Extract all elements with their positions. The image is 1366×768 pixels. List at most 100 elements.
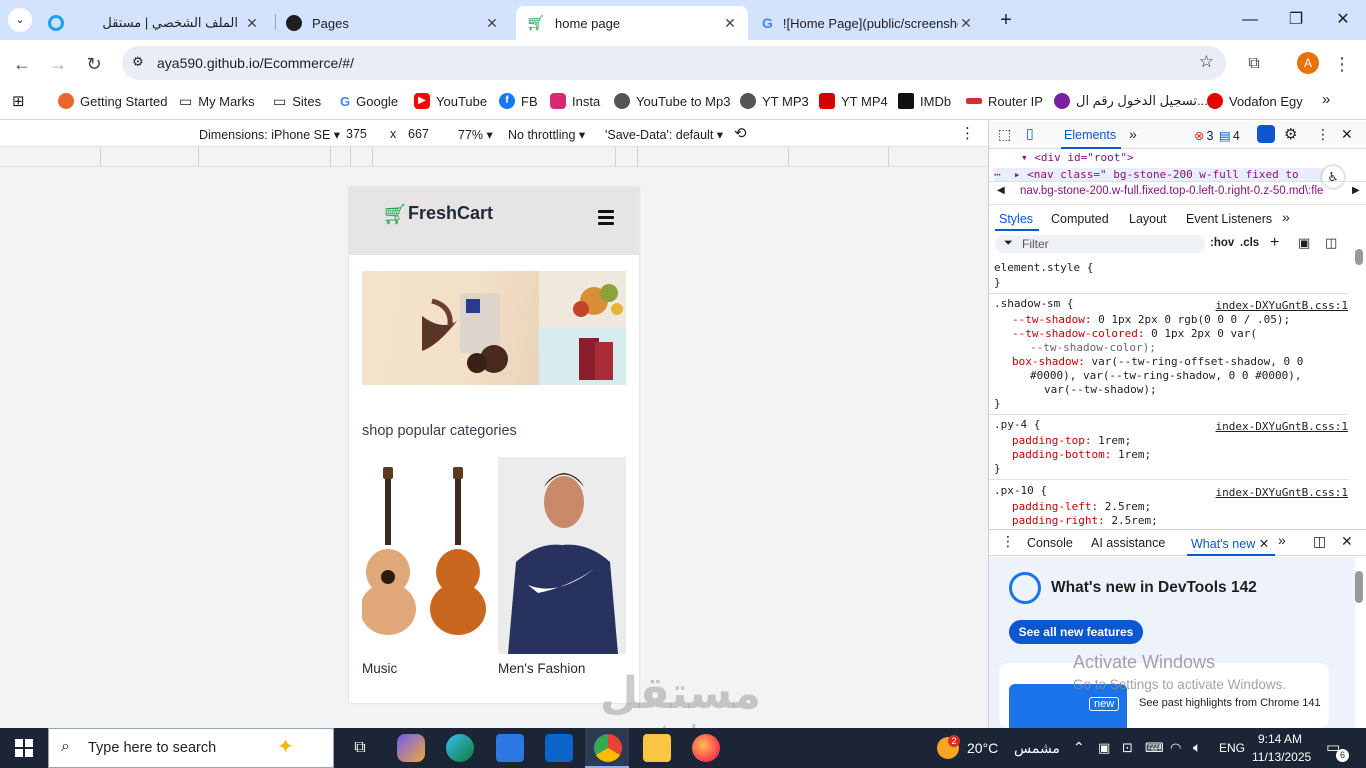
more-subtabs-icon[interactable]: » <box>1282 209 1290 225</box>
brand-logo[interactable]: FreshCart <box>408 203 493 224</box>
language-indicator[interactable]: ENG <box>1219 741 1245 755</box>
inspect-element-icon[interactable]: ⬚ <box>998 126 1011 143</box>
bookmark-getting-started[interactable]: Getting Started <box>58 92 167 110</box>
copilot-icon[interactable] <box>397 734 425 762</box>
extensions-icon[interactable]: ⧉ <box>1242 52 1266 76</box>
keyboard-icon[interactable]: ⌨ <box>1145 740 1164 756</box>
menu-icon[interactable]: ⋮ <box>1330 52 1354 76</box>
device-mode-icon[interactable]: ▯ <box>1026 125 1034 142</box>
tab-google[interactable]: G ![Home Page](public/screensho ✕ <box>752 6 984 40</box>
message-count-badge[interactable]: ▤ 4 <box>1219 128 1240 143</box>
reload-button[interactable]: ↻ <box>82 52 106 76</box>
close-icon[interactable]: ✕ <box>244 15 260 32</box>
bookmark-youtube[interactable]: ▶ YouTube <box>414 92 487 110</box>
close-window-button[interactable]: ✕ <box>1331 8 1355 32</box>
url-text[interactable]: aya590.github.io/Ecommerce/#/ <box>157 55 354 71</box>
side-banner-top[interactable] <box>539 271 626 328</box>
show-hidden-icons-icon[interactable]: ⌃ <box>1073 739 1085 756</box>
clock-date[interactable]: 11/13/2025 <box>1252 750 1311 764</box>
css-property[interactable]: --tw-shadow: 0 1px 2px 0 rgb(0 0 0 / .05… <box>1012 313 1290 326</box>
close-devtools-icon[interactable]: ✕ <box>1341 126 1353 143</box>
close-icon[interactable]: ✕ <box>722 15 738 32</box>
rotate-icon[interactable]: ⟲ <box>734 124 747 142</box>
css-source-link[interactable]: index-DXYuGntB.css:1 <box>1216 299 1348 312</box>
drawer-menu-icon[interactable]: ⋮ <box>1001 533 1015 550</box>
bookmark-router-ip[interactable]: Router IP <box>966 92 1043 110</box>
category-music-image[interactable] <box>360 457 490 654</box>
firefox-icon[interactable] <box>692 734 720 762</box>
bookmark-sites[interactable]: ▭ Sites <box>273 92 321 110</box>
close-icon[interactable]: ✕ <box>484 15 500 32</box>
file-explorer-icon[interactable] <box>643 734 671 762</box>
forward-button[interactable]: → <box>46 52 70 76</box>
drawer-tab-console[interactable]: Console <box>1027 536 1073 550</box>
css-source-link[interactable]: index-DXYuGntB.css:1 <box>1216 486 1348 499</box>
bookmark-yt-mp3[interactable]: YT MP3 <box>740 92 809 110</box>
main-slider-image[interactable] <box>362 271 539 385</box>
cls-toggle[interactable]: .cls <box>1240 237 1259 249</box>
tab-home-page[interactable]: 🛒︎ home page ✕ <box>516 6 748 40</box>
dock-side-icon[interactable]: ◫ <box>1313 533 1326 550</box>
back-button[interactable]: ← <box>10 52 34 76</box>
close-icon[interactable]: ✕ <box>958 15 974 32</box>
store-icon[interactable] <box>496 734 524 762</box>
edge-icon[interactable] <box>446 734 474 762</box>
shadow-sm-selector[interactable]: .shadow-sm { <box>994 297 1073 310</box>
bookmark-vodafone[interactable]: Vodafon Egy <box>1207 92 1303 110</box>
weather-text[interactable]: مشمس <box>1014 740 1060 757</box>
chrome-icon[interactable] <box>594 734 622 762</box>
volume-icon[interactable]: 🔈︎ <box>1193 739 1201 756</box>
minimize-button[interactable]: — <box>1238 8 1262 32</box>
task-view-icon[interactable]: ⧉ <box>346 734 374 762</box>
bookmark-imdb[interactable]: IMDb <box>898 92 951 110</box>
new-rule-icon[interactable]: + <box>1270 234 1279 252</box>
cart-logo-icon[interactable]: 🛒︎ <box>382 202 407 227</box>
sidebar-toggle-icon[interactable]: ◫ <box>1325 235 1337 251</box>
css-source-link[interactable]: index-DXYuGntB.css:1 <box>1216 420 1348 433</box>
hov-toggle[interactable]: :hov <box>1210 237 1234 249</box>
more-bookmarks-icon[interactable]: » <box>1322 91 1330 108</box>
tab-elements[interactable]: Elements <box>1064 128 1116 142</box>
ai-assistant-icon[interactable] <box>1257 125 1275 143</box>
bookmark-fb[interactable]: f FB <box>499 92 538 110</box>
element-style-rule[interactable]: element.style { <box>994 261 1093 274</box>
breadcrumb-left-arrow[interactable]: ◀ <box>997 185 1005 196</box>
close-drawer-icon[interactable]: ✕ <box>1341 533 1353 550</box>
subtab-layout[interactable]: Layout <box>1129 212 1167 226</box>
css-property[interactable]: padding-right: 2.5rem; <box>1012 514 1158 527</box>
save-data-select[interactable]: 'Save-Data': default ▾ <box>605 127 723 142</box>
px-10-selector[interactable]: .px-10 { <box>994 484 1047 497</box>
drawer-scrollbar[interactable] <box>1355 571 1363 603</box>
settings-gear-icon[interactable]: ⚙︎ <box>1284 125 1297 143</box>
profile-avatar[interactable]: A <box>1297 52 1319 74</box>
bookmark-insta[interactable]: Insta <box>550 92 600 110</box>
clock-time[interactable]: 9:14 AM <box>1258 732 1302 746</box>
tab-search-button[interactable]: ⌄ <box>8 8 32 32</box>
css-property[interactable]: --tw-shadow-colored: 0 1px 2px 0 var( <box>1012 327 1257 340</box>
network-icon[interactable]: ▣ <box>1098 740 1110 756</box>
bookmark-star-icon[interactable]: ☆ <box>1199 52 1214 72</box>
error-count-badge[interactable]: ⊗ 3 <box>1194 128 1213 143</box>
throttling-select[interactable]: No throttling ▾ <box>508 127 585 142</box>
devtools-menu-icon[interactable]: ⋮ <box>1316 126 1330 143</box>
breadcrumb[interactable]: nav.bg-stone-200.w-full.fixed.top-0.left… <box>1020 185 1346 197</box>
bookmark-youtube-to-mp3[interactable]: YouTube to Mp3 <box>614 92 730 110</box>
css-property[interactable]: padding-left: 2.5rem; <box>1012 500 1151 513</box>
windows-start-icon[interactable] <box>15 739 33 757</box>
py-4-selector[interactable]: .py-4 { <box>994 418 1040 431</box>
site-info-icon[interactable]: ⚙︎ <box>132 54 144 70</box>
subtab-computed[interactable]: Computed <box>1051 212 1109 226</box>
device-width-input[interactable]: 375 <box>346 127 367 141</box>
breadcrumb-right-arrow[interactable]: ▶ <box>1352 185 1360 196</box>
temperature[interactable]: 20°C <box>967 740 998 756</box>
tray-app-icon[interactable]: ⊡ <box>1122 740 1133 756</box>
new-tab-button[interactable]: + <box>994 8 1018 32</box>
zoom-select[interactable]: 77% ▾ <box>458 127 493 142</box>
bookmark-my-marks[interactable]: ▭ My Marks <box>179 92 255 110</box>
css-property[interactable]: box-shadow: var(--tw-ring-offset-shadow,… <box>1012 355 1303 368</box>
device-dimensions-select[interactable]: Dimensions: iPhone SE ▾ <box>199 127 340 142</box>
outlook-icon[interactable] <box>545 734 573 762</box>
bookmark-google[interactable]: G Google <box>340 92 398 110</box>
subtab-event-listeners[interactable]: Event Listeners <box>1186 212 1272 226</box>
tab-pages[interactable]: Pages ✕ <box>276 6 510 40</box>
